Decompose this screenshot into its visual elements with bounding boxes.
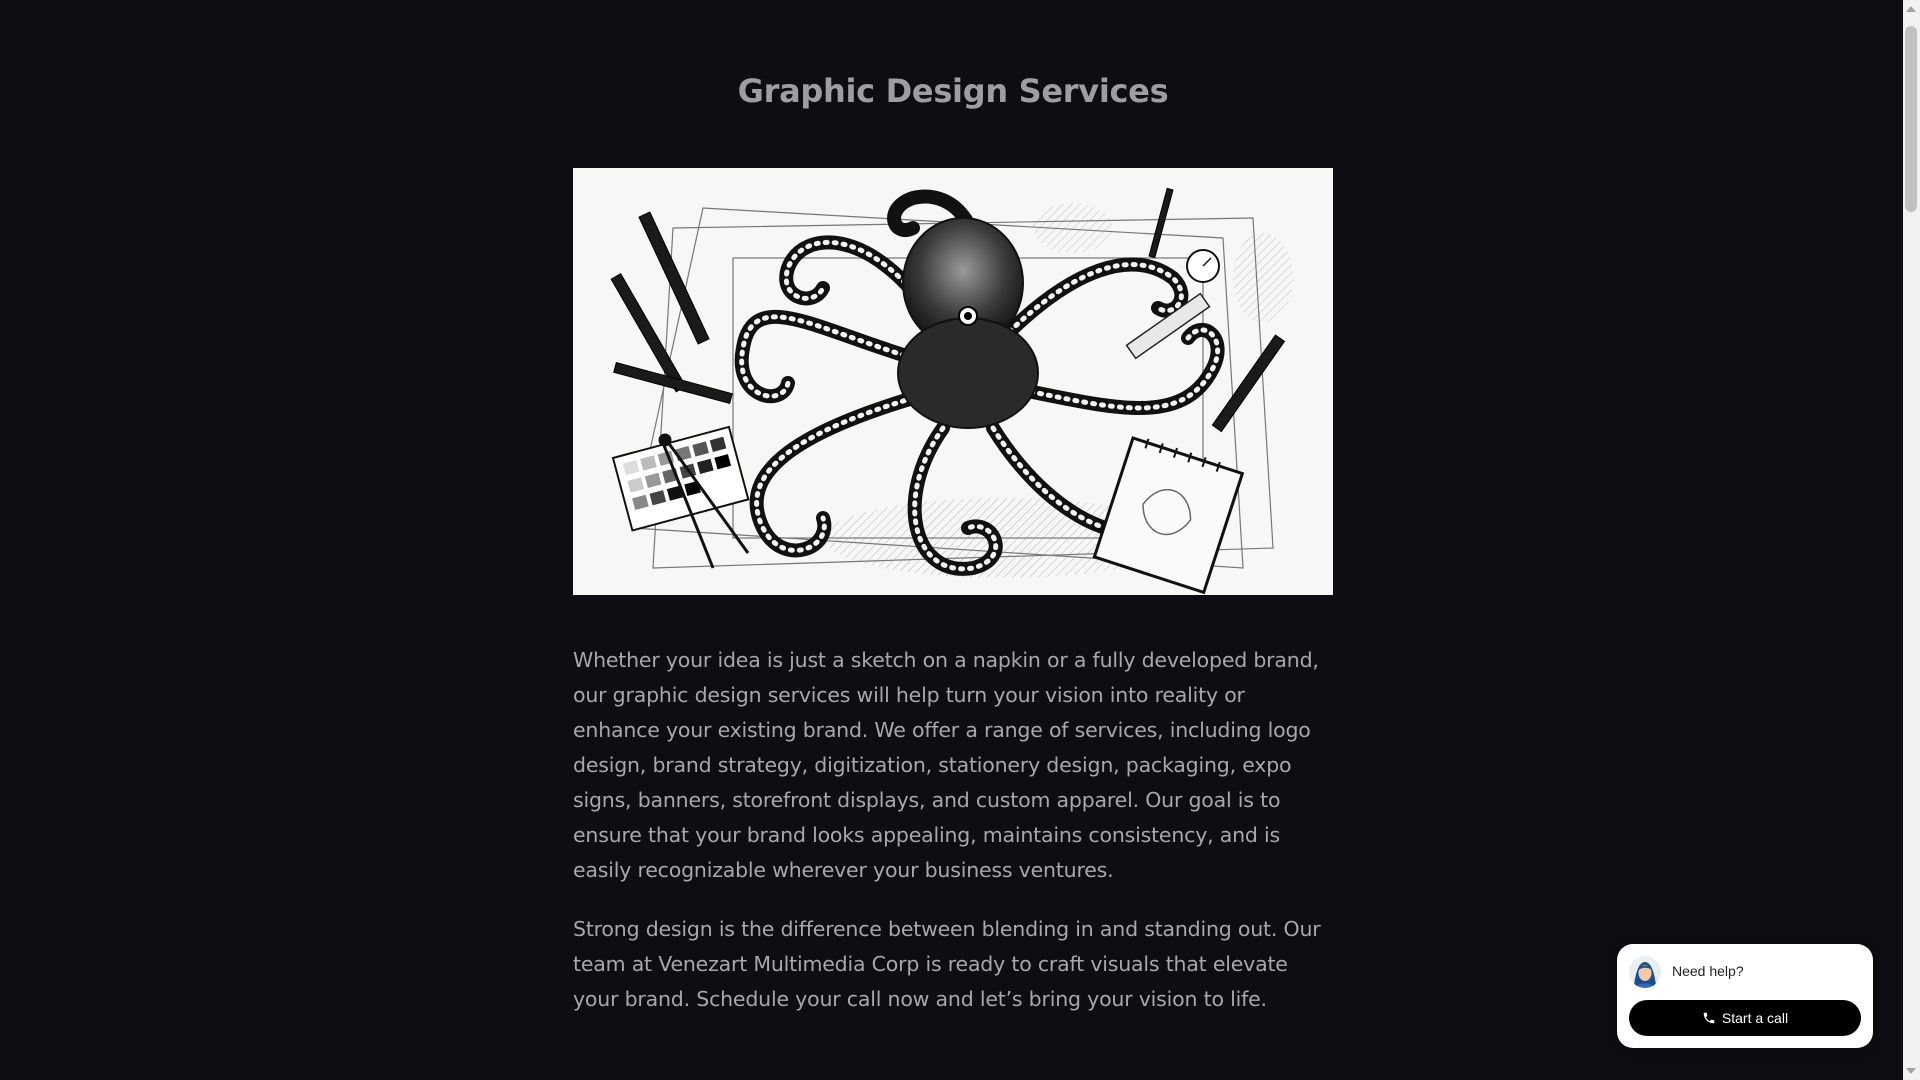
cta-paragraph: Strong design is the difference between … [573, 917, 1321, 1011]
support-agent-avatar-icon [1629, 956, 1661, 988]
start-call-button[interactable]: Start a call [1629, 1000, 1861, 1036]
scroll-up-icon[interactable] [1906, 6, 1916, 12]
page: Graphic Design Services Whether your ide… [0, 0, 1920, 1080]
scroll-thumb[interactable] [1905, 26, 1917, 212]
help-widget: Need help? Start a call [1617, 944, 1873, 1048]
phone-icon [1702, 1011, 1716, 1025]
color-swatch-grid [611, 425, 750, 532]
scroll-down-icon[interactable] [1906, 1068, 1916, 1074]
page-title: Graphic Design Services [737, 72, 1169, 110]
need-help-label: Need help? [1672, 963, 1744, 979]
main-content: Graphic Design Services Whether your ide… [573, 0, 1333, 1011]
intro-paragraph: Whether your idea is just a sketch on a … [573, 648, 1319, 882]
page-scrollbar[interactable] [1903, 0, 1920, 1080]
start-call-label: Start a call [1721, 1010, 1789, 1026]
hero-illustration-octopus [573, 168, 1333, 595]
